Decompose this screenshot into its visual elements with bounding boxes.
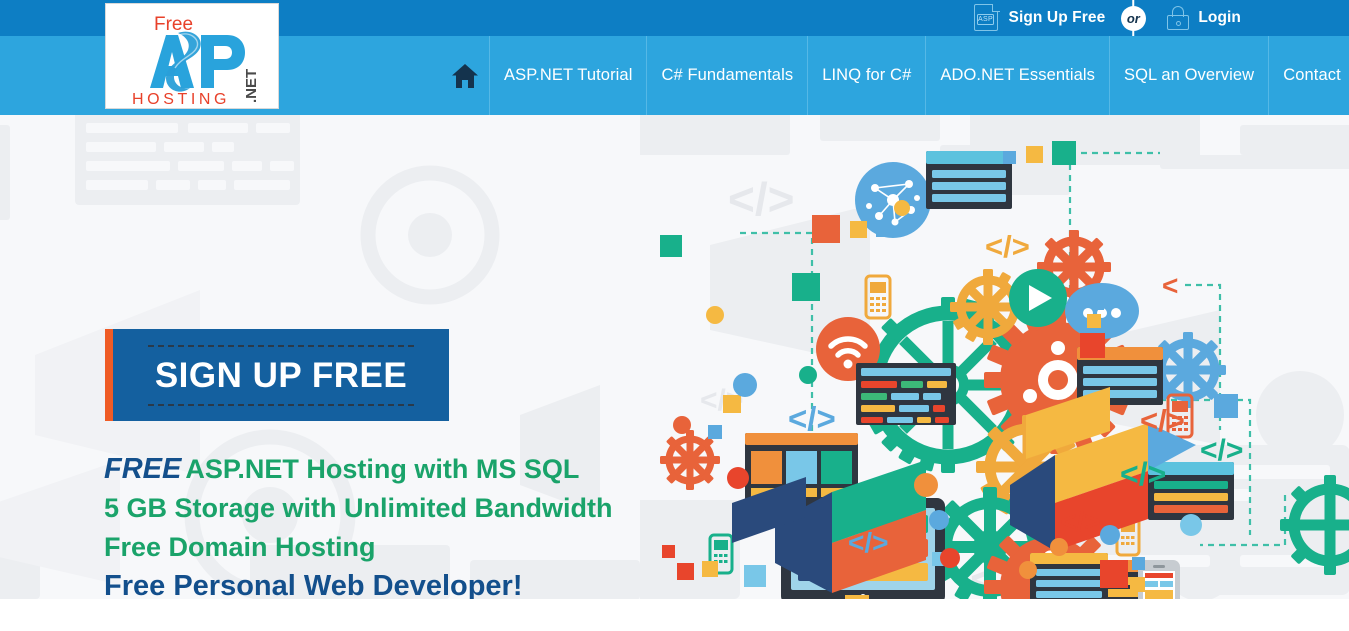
nav-item-linq-for-csharp[interactable]: LINQ for C# bbox=[808, 36, 927, 115]
nav-items: ASP.NET Tutorial C# Fundamentals LINQ fo… bbox=[440, 36, 1349, 115]
lock-icon bbox=[1167, 6, 1190, 30]
code-tag-teal: </> bbox=[1120, 456, 1166, 492]
hero-section: </> </> </> </> </> </> </> </> </> < SI… bbox=[0, 115, 1349, 599]
sign-up-button-body: SIGN UP FREE bbox=[113, 329, 449, 421]
or-badge: or bbox=[1120, 5, 1146, 31]
code-tag-blue-2: </> bbox=[848, 527, 888, 558]
code-window-dark-left bbox=[856, 363, 956, 425]
top-bar-actions: ASP Sign Up Free or Login bbox=[973, 0, 1241, 36]
asp-document-icon: ASP bbox=[973, 4, 1000, 32]
code-tag-orange: </> bbox=[1140, 403, 1185, 438]
or-separator: or bbox=[1105, 0, 1161, 36]
nav-item-csharp-fundamentals[interactable]: C# Fundamentals bbox=[647, 36, 809, 115]
sign-up-button-label: SIGN UP FREE bbox=[154, 355, 408, 395]
browser-window-teal bbox=[926, 151, 1012, 209]
nav-home-button[interactable] bbox=[440, 36, 490, 115]
svg-text:</>: </> bbox=[728, 173, 795, 225]
nav-item-adonet-essentials[interactable]: ADO.NET Essentials bbox=[926, 36, 1110, 115]
nav-item-contact[interactable]: Contact bbox=[1269, 36, 1349, 115]
hero-headline: FREE ASP.NET Hosting with MS SQL 5 GB Sto… bbox=[104, 454, 664, 599]
logo-graphic: Free HOSTING .NET bbox=[106, 4, 278, 108]
nav-item-sql-an-overview[interactable]: SQL an Overview bbox=[1110, 36, 1270, 115]
nav-item-aspnet-tutorial[interactable]: ASP.NET Tutorial bbox=[490, 36, 648, 115]
headline-line-2: 5 GB Storage with Unlimited Bandwidth bbox=[104, 493, 613, 524]
code-tag-red: </> bbox=[1060, 506, 1100, 537]
logo-hosting-text: HOSTING bbox=[132, 91, 230, 108]
asp-doc-label: ASP bbox=[977, 13, 995, 25]
page-root: ASP Sign Up Free or Login ASP .NET Tutori… bbox=[0, 0, 1349, 631]
headline-line-1: FREE ASP.NET Hosting with MS SQL bbox=[104, 454, 664, 484]
logo-net-text: .NET bbox=[243, 69, 260, 103]
site-logo[interactable]: Free HOSTING .NET bbox=[105, 3, 279, 109]
home-icon bbox=[451, 63, 478, 88]
sign-up-free-button[interactable]: SIGN UP FREE bbox=[105, 329, 449, 421]
dashed-line-bottom bbox=[148, 403, 414, 406]
play-button-icon bbox=[1009, 269, 1067, 327]
headline-line-1-rest: ASP.NET Hosting with MS SQL bbox=[185, 454, 580, 484]
code-tag-blue: </> bbox=[788, 400, 836, 437]
lock-keyhole bbox=[1175, 20, 1181, 26]
dashed-line-top bbox=[148, 344, 414, 347]
code-tag-yellow: </> bbox=[985, 229, 1030, 264]
code-tag-teal-2: </> bbox=[1200, 434, 1243, 467]
browser-window-right bbox=[1030, 553, 1108, 599]
login-link[interactable]: Login bbox=[1198, 9, 1241, 27]
headline-line-3: Free Domain Hosting bbox=[104, 531, 376, 562]
code-tag-orange-2: < bbox=[1162, 270, 1178, 301]
asp-doc-fold bbox=[991, 4, 1000, 12]
headline-line-4: Free Personal Web Developer! bbox=[104, 570, 523, 599]
sign-up-accent-bar bbox=[105, 329, 113, 421]
hero-illustration: </> </> </> </> </> </> </> </> </> < bbox=[640, 115, 1349, 599]
sign-up-free-link[interactable]: Sign Up Free bbox=[1009, 9, 1106, 27]
headline-free-emphasis: FREE bbox=[104, 453, 182, 485]
